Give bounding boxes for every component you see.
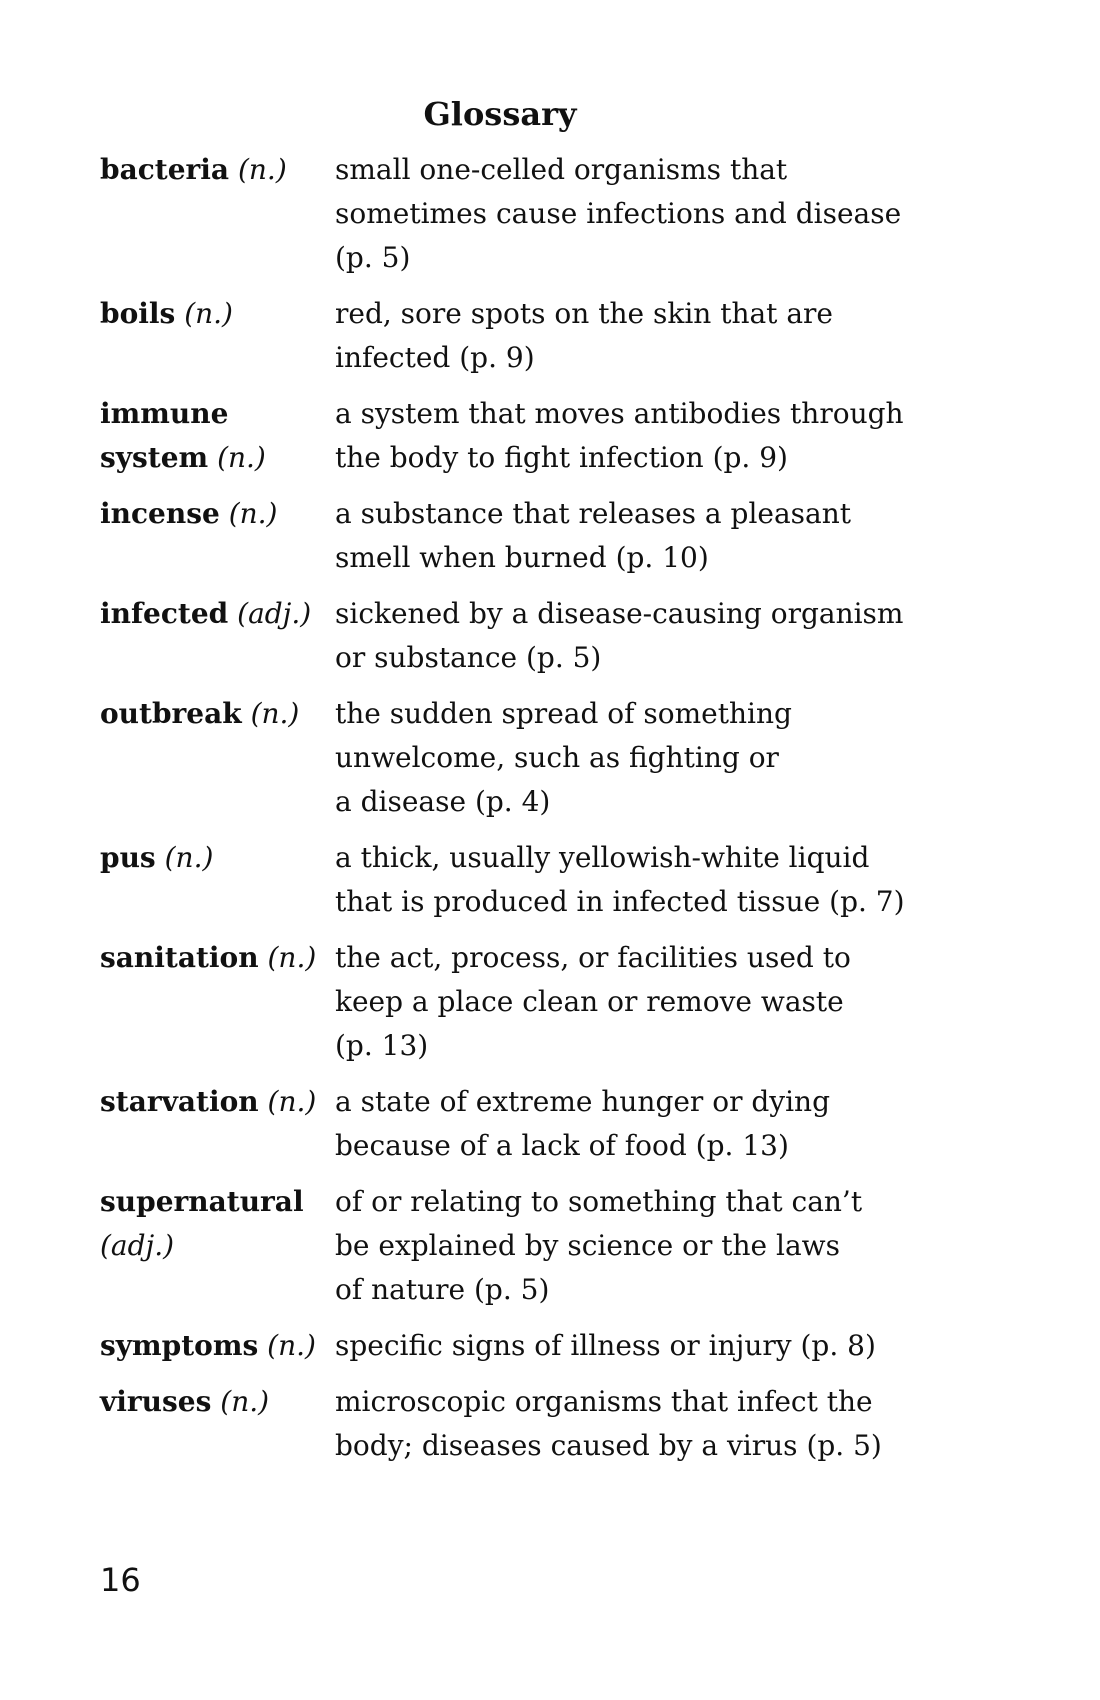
definition-line: that is produced in infected tissue (p. …: [335, 885, 905, 918]
glossary-entry-infected: infected (adj.) sickened by a disease-ca…: [100, 592, 1020, 680]
term: symptoms: [100, 1329, 259, 1362]
glossary-entry-incense: incense (n.) a substance that releases a…: [100, 492, 1020, 580]
definition: a state of extreme hunger or dying becau…: [335, 1080, 1020, 1168]
part-of-speech: (n.): [184, 297, 233, 330]
term: supernatural: [100, 1185, 304, 1218]
definition-line: keep a place clean or remove waste: [335, 985, 844, 1018]
definition-line: microscopic organisms that infect the: [335, 1385, 873, 1418]
definition-line: a system that moves antibodies through: [335, 397, 904, 430]
term: viruses: [100, 1385, 212, 1418]
term: infected: [100, 597, 229, 630]
definition-line: a disease (p. 4): [335, 785, 551, 818]
part-of-speech: (n.): [267, 1085, 317, 1118]
definition: specific signs of illness or injury (p. …: [335, 1324, 1020, 1368]
definition: microscopic organisms that infect the bo…: [335, 1380, 1020, 1468]
part-of-speech: (n.): [217, 441, 266, 474]
definition-line: smell when burned (p. 10): [335, 541, 709, 574]
glossary-page: Glossary bacteria (n.) small one-celled …: [0, 0, 1100, 1700]
glossary-entry-immune-system: immune system (n.) a system that moves a…: [100, 392, 1020, 480]
definition-line: a state of extreme hunger or dying: [335, 1085, 831, 1118]
glossary-entry-boils: boils (n.) red, sore spots on the skin t…: [100, 292, 1020, 380]
glossary-entry-supernatural: supernatural (adj.) of or relating to so…: [100, 1180, 1020, 1312]
definition: a system that moves antibodies through t…: [335, 392, 1020, 480]
definition-line: the sudden spread of something: [335, 697, 792, 730]
term-cell: boils (n.): [100, 292, 335, 336]
definition-line: a substance that releases a pleasant: [335, 497, 852, 530]
term: sanitation: [100, 941, 259, 974]
definition-line: a thick, usually yellowish-white liquid: [335, 841, 870, 874]
glossary-entry-symptoms: symptoms (n.) specific signs of illness …: [100, 1324, 1020, 1368]
definition-line: specific signs of illness or injury (p. …: [335, 1329, 876, 1362]
term: immune system: [100, 397, 229, 474]
definition: the sudden spread of something unwelcome…: [335, 692, 1020, 824]
term-cell: sanitation (n.): [100, 936, 335, 980]
definition-line: because of a lack of food (p. 13): [335, 1129, 789, 1162]
definition-line: (p. 13): [335, 1029, 429, 1062]
definition: a substance that releases a pleasant sme…: [335, 492, 1020, 580]
term-cell: infected (adj.): [100, 592, 335, 636]
term-cell: incense (n.): [100, 492, 335, 536]
definition-line: of or relating to something that can’t: [335, 1185, 863, 1218]
part-of-speech: (n.): [250, 697, 300, 730]
part-of-speech: (n.): [267, 1329, 316, 1362]
term: boils: [100, 297, 176, 330]
part-of-speech: (n.): [164, 841, 214, 874]
glossary-list: bacteria (n.) small one-celled organisms…: [100, 148, 1020, 1468]
term: outbreak: [100, 697, 242, 730]
part-of-speech: (n.): [237, 153, 287, 186]
term-cell: symptoms (n.): [100, 1324, 335, 1368]
definition: of or relating to something that can’t b…: [335, 1180, 1020, 1312]
definition-line: sometimes cause infections and disease: [335, 197, 902, 230]
definition-line: of nature (p. 5): [335, 1273, 550, 1306]
definition-line: (p. 5): [335, 241, 411, 274]
definition: small one-celled organisms that sometime…: [335, 148, 1020, 280]
definition-line: or substance (p. 5): [335, 641, 602, 674]
glossary-entry-starvation: starvation (n.) a state of extreme hunge…: [100, 1080, 1020, 1168]
part-of-speech: (n.): [220, 1385, 270, 1418]
term-cell: pus (n.): [100, 836, 335, 880]
term: pus: [100, 841, 156, 874]
term: bacteria: [100, 153, 230, 186]
term-cell: supernatural (adj.): [100, 1180, 335, 1268]
term-cell: outbreak (n.): [100, 692, 335, 736]
glossary-entry-viruses: viruses (n.) microscopic organisms that …: [100, 1380, 1020, 1468]
definition-line: red, sore spots on the skin that are: [335, 297, 833, 330]
definition: the act, process, or facilities used to …: [335, 936, 1020, 1068]
term-cell: immune system (n.): [100, 392, 335, 480]
term-cell: viruses (n.): [100, 1380, 335, 1424]
term-cell: bacteria (n.): [100, 148, 335, 192]
glossary-entry-pus: pus (n.) a thick, usually yellowish-whit…: [100, 836, 1020, 924]
definition-line: be explained by science or the laws: [335, 1229, 840, 1262]
definition-line: unwelcome, such as fighting or: [335, 741, 779, 774]
definition: a thick, usually yellowish-white liquid …: [335, 836, 1020, 924]
part-of-speech: (adj.): [100, 1229, 175, 1262]
definition-line: the body to fight infection (p. 9): [335, 441, 788, 474]
page-number: 16: [100, 1561, 141, 1599]
definition-line: body; diseases caused by a virus (p. 5): [335, 1429, 882, 1462]
term-cell: starvation (n.): [100, 1080, 335, 1124]
glossary-entry-bacteria: bacteria (n.) small one-celled organisms…: [100, 148, 1020, 280]
glossary-entry-outbreak: outbreak (n.) the sudden spread of somet…: [100, 692, 1020, 824]
term: incense: [100, 497, 220, 530]
term: starvation: [100, 1085, 259, 1118]
definition-line: infected (p. 9): [335, 341, 535, 374]
definition: red, sore spots on the skin that are inf…: [335, 292, 1020, 380]
part-of-speech: (n.): [228, 497, 278, 530]
definition-line: sickened by a disease-causing organism: [335, 597, 904, 630]
definition-line: small one-celled organisms that: [335, 153, 788, 186]
glossary-entry-sanitation: sanitation (n.) the act, process, or fac…: [100, 936, 1020, 1068]
definition-line: the act, process, or facilities used to: [335, 941, 851, 974]
definition: sickened by a disease-causing organism o…: [335, 592, 1020, 680]
part-of-speech: (adj.): [237, 597, 312, 630]
part-of-speech: (n.): [267, 941, 317, 974]
page-title: Glossary: [423, 95, 577, 133]
